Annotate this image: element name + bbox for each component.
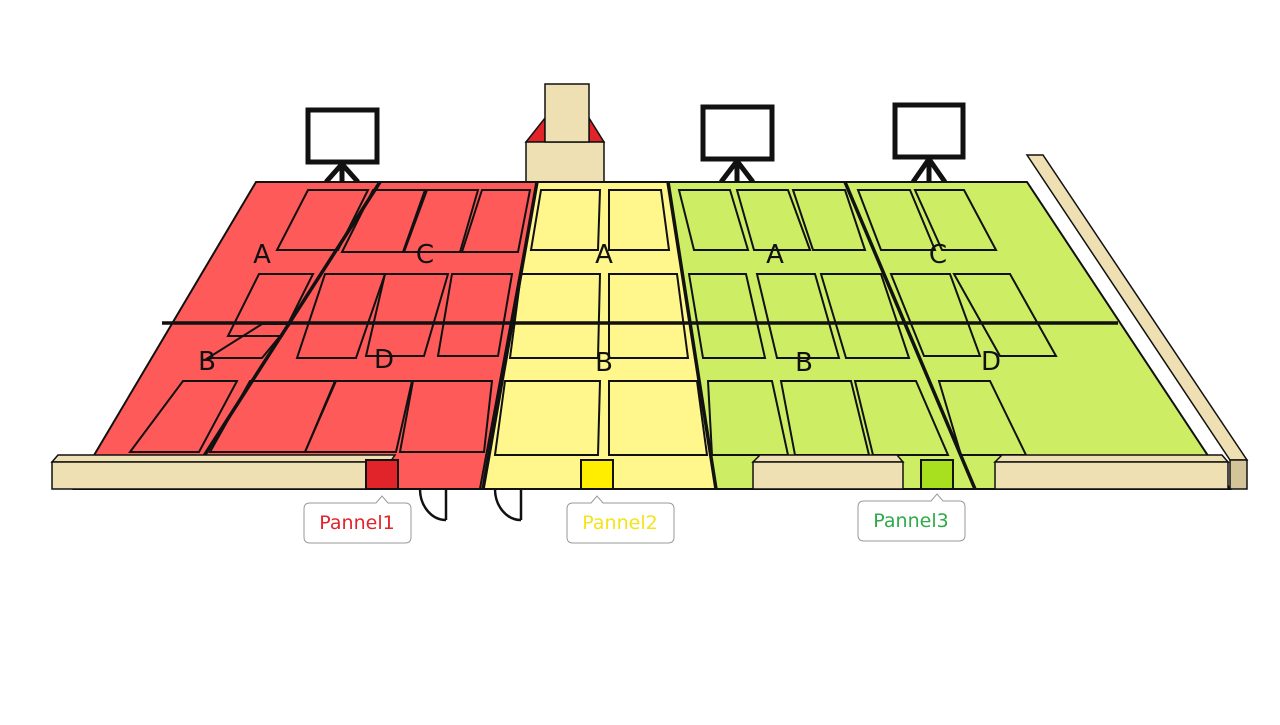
- monitor-icon: [700, 104, 775, 184]
- panel3-box: [920, 459, 954, 490]
- door-icon: [418, 488, 448, 522]
- panel3-label: Pannel3: [873, 510, 948, 532]
- zone-label: B: [198, 347, 216, 377]
- panel2-label: Pannel2: [582, 512, 657, 534]
- panel1-callout: Pannel1: [303, 495, 412, 544]
- panel3-callout: Pannel3: [857, 493, 966, 542]
- speaker-tower-icon: [524, 83, 606, 183]
- panel2-box: [580, 459, 614, 490]
- zone-label: B: [795, 348, 813, 378]
- zone-label: C: [929, 240, 947, 270]
- door-icon: [493, 488, 523, 522]
- panel2-callout: Pannel2: [566, 495, 675, 544]
- panel1-box: [365, 459, 399, 490]
- zone-label: D: [374, 345, 394, 375]
- zone-label: B: [595, 348, 613, 378]
- zone-label: D: [981, 347, 1001, 377]
- floor-plan: A C B D A B A B C D Pannel1 Pannel2 Pann…: [0, 0, 1280, 720]
- zone-label: C: [416, 240, 434, 270]
- zone-label: A: [766, 240, 784, 270]
- panel1-label: Pannel1: [319, 512, 394, 534]
- zone-label: A: [253, 240, 271, 270]
- monitor-icon: [305, 107, 380, 184]
- floor-plan-drawing: A C B D A B A B C D Pannel1 Pannel2 Pann…: [50, 83, 1249, 544]
- zone-label: A: [595, 240, 613, 270]
- panel3-area: [666, 181, 1232, 490]
- monitor-icon: [892, 102, 966, 184]
